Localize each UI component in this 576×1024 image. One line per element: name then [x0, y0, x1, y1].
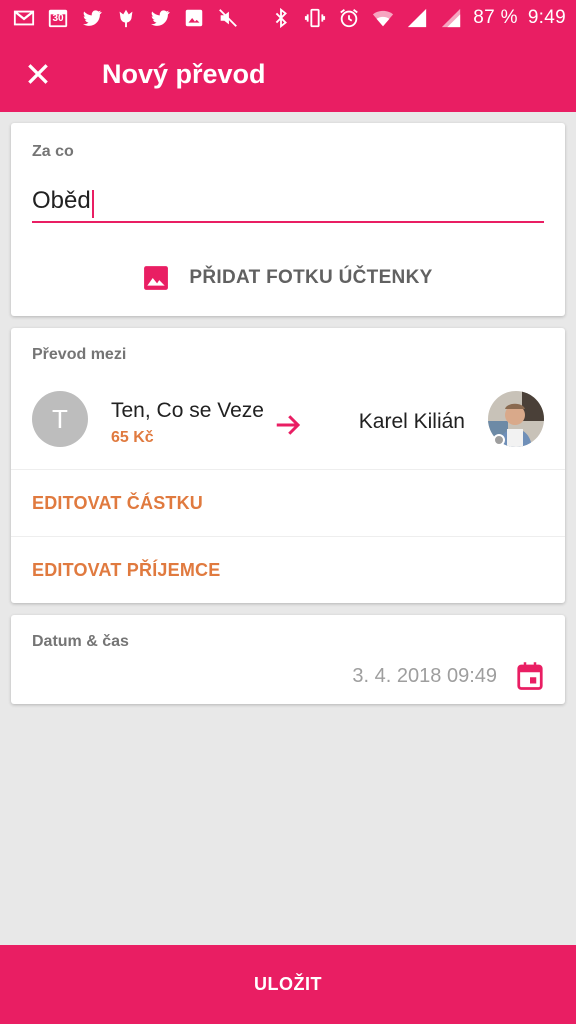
page-title: Nový převod [102, 58, 266, 89]
save-button[interactable]: ULOŽIT [0, 945, 576, 1024]
battery-level: 87 % [473, 7, 518, 28]
text-caret [91, 189, 94, 218]
calendar-day: 30 [52, 13, 64, 24]
transfer-row: T Ten, Co se Veze 65 Kč Karel Kilián [11, 388, 565, 470]
edit-recipient-label: EDITOVAT PŘÍJEMCE [32, 559, 221, 580]
calendar-icon[interactable] [515, 661, 545, 691]
presence-indicator [493, 434, 505, 446]
gmail-icon [12, 6, 36, 30]
sender-name: Ten, Co se Veze [111, 399, 264, 422]
expense-input[interactable]: Oběd [32, 181, 544, 223]
app-bar: Nový převod [0, 36, 576, 112]
edit-amount-button[interactable]: EDITOVAT ČÁSTKU [11, 470, 565, 536]
close-button[interactable] [0, 36, 76, 112]
transfer-label: Převod mezi [32, 346, 127, 363]
add-receipt-photo-button[interactable]: PŘIDAT FOTKU ÚČTENKY [11, 253, 565, 303]
image-icon [182, 6, 206, 30]
transfer-card: Převod mezi T Ten, Co se Veze 65 Kč Kare… [11, 328, 565, 603]
edit-amount-label: EDITOVAT ČÁSTKU [32, 492, 204, 513]
datetime-card: Datum & čas 3. 4. 2018 09:49 [11, 615, 565, 704]
mute-icon [216, 6, 240, 30]
signal-icon [439, 6, 463, 30]
close-icon [28, 64, 48, 84]
edit-recipient-button[interactable]: EDITOVAT PŘÍJEMCE [11, 537, 565, 603]
add-receipt-photo-label: PŘIDAT FOTKU ÚČTENKY [189, 267, 433, 288]
transfer-amount: 65 Kč [111, 429, 154, 446]
expense-input-value: Oběd [32, 187, 91, 214]
signal-icon [405, 6, 429, 30]
twitter-icon [80, 6, 104, 30]
bluetooth-icon [269, 6, 293, 30]
sender-avatar: T [32, 391, 88, 447]
save-label: ULOŽIT [254, 974, 322, 994]
alarm-icon [337, 6, 361, 30]
expense-card: Za co Oběd PŘIDAT FOTKU ÚČTENKY [11, 123, 565, 316]
expense-label: Za co [32, 143, 74, 160]
vibrate-icon [303, 6, 327, 30]
recipient-name: Karel Kilián [358, 410, 465, 433]
datetime-label: Datum & čas [32, 633, 129, 650]
twitter-icon [148, 6, 172, 30]
status-bar: 30 87 % 9:49 [0, 0, 576, 36]
arrow-right-icon [276, 415, 301, 435]
clock: 9:49 [527, 7, 566, 28]
calendar-icon: 30 [46, 6, 70, 30]
tulip-icon [114, 6, 138, 30]
wifi-icon [371, 6, 395, 30]
datetime-value[interactable]: 3. 4. 2018 09:49 [352, 665, 497, 688]
image-icon [144, 266, 169, 290]
